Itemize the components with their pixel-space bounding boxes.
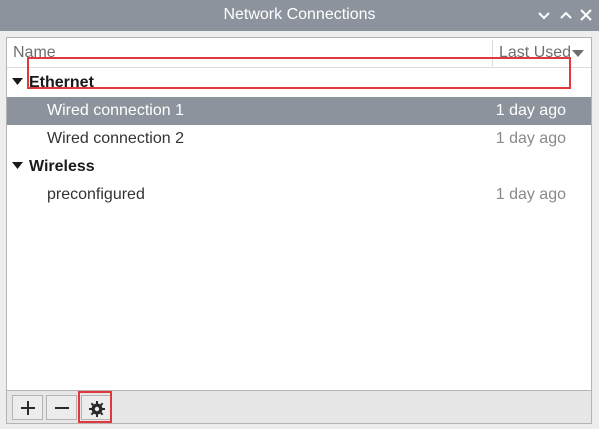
connection-last-used: 1 day ago	[495, 130, 566, 147]
network-connections-window: Network Connections Name Last Used Ether…	[0, 0, 599, 429]
selected-row-highlight	[27, 57, 571, 89]
connection-name: preconfigured	[47, 186, 145, 203]
group-label: Wireless	[29, 158, 95, 175]
maximize-button[interactable]	[558, 7, 574, 23]
connection-name: Wired connection 2	[47, 130, 184, 147]
connection-name: Wired connection 1	[47, 102, 184, 119]
remove-connection-button[interactable]	[46, 395, 77, 420]
chevron-up-icon	[560, 11, 572, 19]
minus-icon	[54, 407, 69, 409]
close-button[interactable]	[578, 7, 594, 23]
expander-open-icon[interactable]	[12, 162, 23, 170]
connection-last-used: 1 day ago	[495, 102, 566, 119]
expander-open-icon[interactable]	[12, 78, 23, 86]
title-bar[interactable]: Network Connections	[0, 0, 599, 31]
list-item[interactable]: Wired connection 2 1 day ago	[7, 125, 591, 153]
list-item[interactable]: Wired connection 1 1 day ago	[7, 97, 591, 125]
chevron-down-icon	[538, 12, 550, 20]
minimize-button[interactable]	[536, 7, 552, 23]
add-connection-button[interactable]	[12, 395, 43, 420]
list-item[interactable]: preconfigured 1 day ago	[7, 181, 591, 209]
close-icon	[580, 9, 592, 21]
group-wireless[interactable]: Wireless	[7, 153, 591, 181]
settings-button-highlight	[78, 391, 112, 423]
sort-descending-icon	[572, 50, 584, 57]
plus-icon	[20, 401, 35, 415]
window-title: Network Connections	[223, 6, 376, 23]
connections-list[interactable]: Name Last Used Ethernet Wired connection…	[6, 37, 592, 391]
connection-last-used: 1 day ago	[495, 186, 566, 203]
